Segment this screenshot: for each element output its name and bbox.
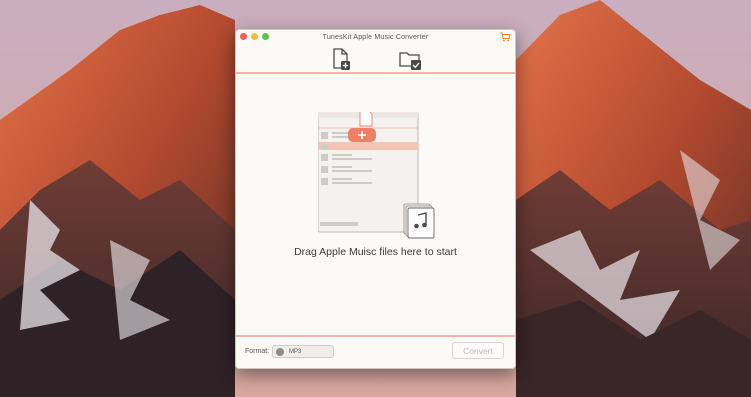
output-format-icon (276, 348, 284, 356)
converted-folder-icon[interactable] (398, 47, 422, 71)
format-value: MP3 (289, 348, 302, 355)
bottom-bar: Format: MP3 Convert (236, 335, 515, 368)
drag-drop-illustration (318, 112, 435, 239)
zoom-button[interactable] (262, 33, 269, 40)
window-title: TunesKit Apple Music Converter (322, 33, 429, 41)
title-bar: TunesKit Apple Music Converter (236, 30, 515, 44)
app-window: TunesKit Apple Music Converter Drag Appl… (235, 29, 516, 369)
drag-instruction: Drag Apple Muisc files here to start (294, 246, 457, 258)
close-button[interactable] (240, 33, 247, 40)
format-select[interactable]: MP3 (272, 345, 334, 358)
toolbar (236, 44, 515, 74)
format-label: Format: (245, 348, 270, 355)
drop-zone[interactable]: Drag Apple Muisc files here to start (236, 76, 515, 336)
minimize-button[interactable] (251, 33, 258, 40)
window-controls (240, 33, 269, 40)
add-file-icon[interactable] (328, 47, 352, 71)
convert-button[interactable]: Convert (452, 342, 504, 359)
cart-icon[interactable] (500, 32, 511, 42)
